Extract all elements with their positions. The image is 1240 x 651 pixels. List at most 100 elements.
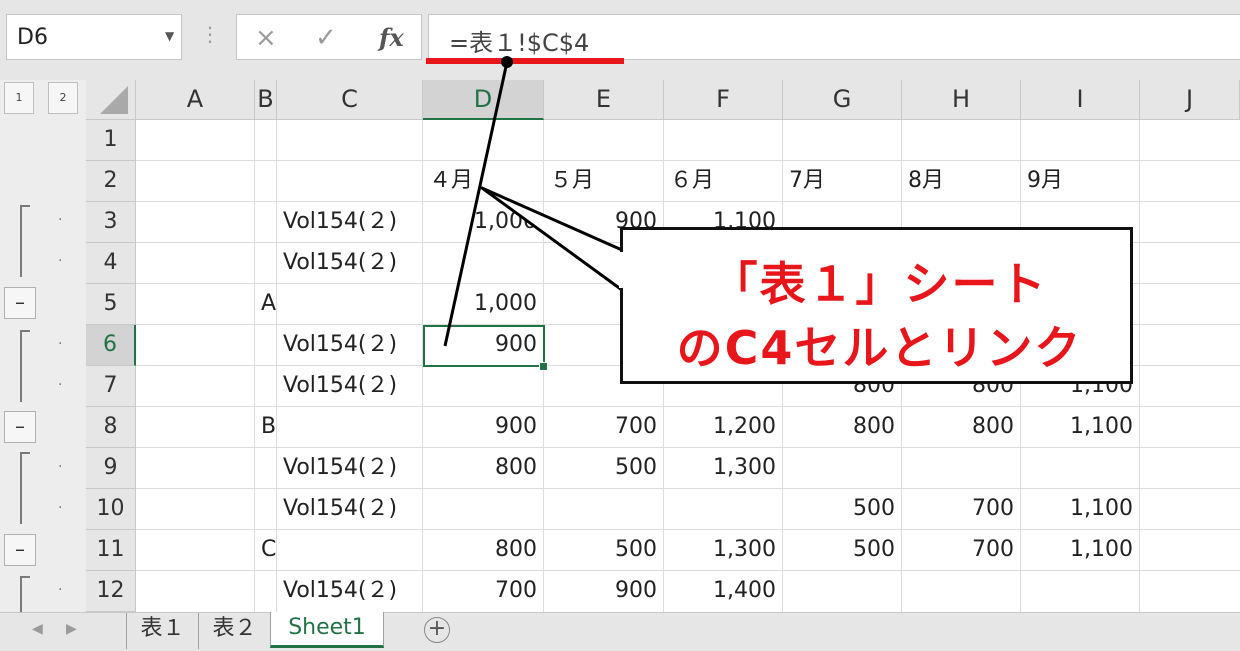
outline-dot: · bbox=[58, 253, 63, 269]
cell-b11[interactable]: C bbox=[255, 530, 276, 571]
cell-f12[interactable]: 1,400 bbox=[664, 571, 782, 612]
gridline bbox=[1139, 120, 1140, 612]
grip-icon: ⋮ bbox=[200, 22, 220, 46]
column-header-b[interactable]: B bbox=[255, 80, 277, 120]
cell-b8[interactable]: B bbox=[255, 407, 276, 448]
cell-f2[interactable]: ６月 bbox=[664, 161, 782, 202]
column-header-j[interactable]: J bbox=[1140, 80, 1240, 120]
outline-dot: · bbox=[58, 459, 63, 475]
fill-handle[interactable] bbox=[539, 362, 548, 371]
column-header-g[interactable]: G bbox=[783, 80, 902, 120]
cell-d8[interactable]: 900 bbox=[423, 407, 543, 448]
cell-i11[interactable]: 1,100 bbox=[1021, 530, 1139, 571]
sheet-tab-hyo2[interactable]: 表２ bbox=[198, 613, 270, 649]
cell-i8[interactable]: 1,100 bbox=[1021, 407, 1139, 448]
outline-dot: · bbox=[58, 582, 63, 598]
cell-d9[interactable]: 800 bbox=[423, 448, 543, 489]
column-header-f[interactable]: F bbox=[664, 80, 783, 120]
cell-c9[interactable]: Vol154(２) bbox=[277, 448, 422, 489]
cell-c10[interactable]: Vol154(２) bbox=[277, 489, 422, 530]
cell-d3[interactable]: 1,000 bbox=[423, 202, 543, 243]
active-cell-border bbox=[423, 325, 545, 367]
cell-c6[interactable]: Vol154(２) bbox=[277, 325, 422, 366]
cell-d5[interactable]: 1,000 bbox=[423, 284, 543, 325]
formula-buttons: × ✓ fx bbox=[236, 14, 422, 60]
add-sheet-icon[interactable]: + bbox=[424, 617, 450, 643]
cell-c7[interactable]: Vol154(２) bbox=[277, 366, 422, 407]
sheet-tab-bar: ◀ ▶ 表１ 表２ Sheet1 + bbox=[0, 612, 1240, 651]
sheet-tab-hyo1[interactable]: 表１ bbox=[126, 613, 198, 649]
cell-g10[interactable]: 500 bbox=[783, 489, 901, 530]
scroll-right-icon[interactable]: ▶ bbox=[66, 621, 77, 637]
formula-input[interactable]: =表１!$C$4 bbox=[428, 14, 1240, 60]
collapse-group-button[interactable]: – bbox=[4, 534, 36, 566]
scroll-left-icon[interactable]: ◀ bbox=[32, 621, 43, 637]
cell-f11[interactable]: 1,300 bbox=[664, 530, 782, 571]
column-header-e[interactable]: E bbox=[544, 80, 664, 120]
outline-group-bracket bbox=[20, 576, 30, 614]
row-header-9[interactable]: 9 bbox=[86, 448, 136, 489]
formula-highlight-underline bbox=[426, 58, 624, 64]
cell-d2[interactable]: ４月 bbox=[423, 161, 543, 202]
callout-text-line2: のC4セルとリンク bbox=[676, 321, 1083, 375]
column-header-d[interactable]: D bbox=[423, 80, 544, 120]
row-header-4[interactable]: 4 bbox=[86, 243, 136, 284]
chevron-down-icon[interactable]: ▼ bbox=[165, 29, 174, 43]
outline-group-bracket bbox=[20, 452, 30, 524]
row-header-1[interactable]: 1 bbox=[86, 120, 136, 161]
cell-c4[interactable]: Vol154(２) bbox=[277, 243, 422, 284]
collapse-group-button[interactable]: – bbox=[4, 411, 36, 443]
cell-i2[interactable]: 9月 bbox=[1021, 161, 1139, 202]
outline-dot: · bbox=[58, 377, 63, 393]
row-header-3[interactable]: 3 bbox=[86, 202, 136, 243]
check-icon[interactable]: ✓ bbox=[315, 23, 337, 53]
cell-f9[interactable]: 1,300 bbox=[664, 448, 782, 489]
cell-f8[interactable]: 1,200 bbox=[664, 407, 782, 448]
column-header-h[interactable]: H bbox=[902, 80, 1021, 120]
callout-text-line1: 「表１」シート bbox=[711, 257, 1048, 311]
column-header-a[interactable]: A bbox=[136, 80, 255, 120]
outline-level-2-button[interactable]: 2 bbox=[48, 82, 78, 114]
cell-h11[interactable]: 700 bbox=[902, 530, 1020, 571]
cell-e12[interactable]: 900 bbox=[544, 571, 663, 612]
collapse-group-button[interactable]: – bbox=[4, 287, 36, 319]
cell-i10[interactable]: 1,100 bbox=[1021, 489, 1139, 530]
name-box[interactable]: D6 ▼ bbox=[6, 14, 182, 60]
insert-function-icon[interactable]: fx bbox=[379, 23, 404, 52]
cell-e2[interactable]: ５月 bbox=[544, 161, 663, 202]
column-header-c[interactable]: C bbox=[277, 80, 423, 120]
select-all-triangle bbox=[100, 86, 128, 114]
cell-g8[interactable]: 800 bbox=[783, 407, 901, 448]
cell-g2[interactable]: 7月 bbox=[783, 161, 901, 202]
outline-dot: · bbox=[58, 212, 63, 228]
row-header-11[interactable]: 11 bbox=[86, 530, 136, 571]
row-header-6[interactable]: 6 bbox=[86, 325, 136, 366]
outline-group-bracket bbox=[20, 205, 30, 277]
cell-e8[interactable]: 700 bbox=[544, 407, 663, 448]
cell-e9[interactable]: 500 bbox=[544, 448, 663, 489]
formula-text: =表１!$C$4 bbox=[449, 29, 590, 57]
cell-h2[interactable]: 8月 bbox=[902, 161, 1020, 202]
cell-c12[interactable]: Vol154(２) bbox=[277, 571, 422, 612]
row-header-12[interactable]: 12 bbox=[86, 571, 136, 612]
cell-d11[interactable]: 800 bbox=[423, 530, 543, 571]
cancel-icon[interactable]: × bbox=[255, 23, 277, 53]
row-header-7[interactable]: 7 bbox=[86, 366, 136, 407]
row-header-2[interactable]: 2 bbox=[86, 161, 136, 202]
cell-g11[interactable]: 500 bbox=[783, 530, 901, 571]
cell-b5[interactable]: A bbox=[255, 284, 276, 325]
row-header-5[interactable]: 5 bbox=[86, 284, 136, 325]
sheet-tab-sheet1[interactable]: Sheet1 bbox=[270, 612, 384, 648]
row-header-10[interactable]: 10 bbox=[86, 489, 136, 530]
row-header-8[interactable]: 8 bbox=[86, 407, 136, 448]
cell-c3[interactable]: Vol154(２) bbox=[277, 202, 422, 243]
select-all-button[interactable] bbox=[86, 80, 136, 120]
name-box-value: D6 bbox=[17, 25, 48, 50]
outline-group-bracket bbox=[20, 330, 30, 402]
cell-d12[interactable]: 700 bbox=[423, 571, 543, 612]
cell-h8[interactable]: 800 bbox=[902, 407, 1020, 448]
cell-e11[interactable]: 500 bbox=[544, 530, 663, 571]
outline-level-1-button[interactable]: 1 bbox=[4, 82, 34, 114]
cell-h10[interactable]: 700 bbox=[902, 489, 1020, 530]
column-header-i[interactable]: I bbox=[1021, 80, 1140, 120]
